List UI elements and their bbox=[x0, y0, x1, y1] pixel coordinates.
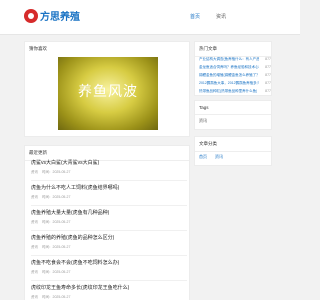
nav-news[interactable]: 资讯 bbox=[216, 13, 226, 20]
categories-card: 文章分类 首页 资讯 bbox=[194, 136, 272, 166]
view-count: 877 bbox=[265, 65, 271, 69]
post-title-link[interactable]: 虎鲨vs大白鲨(大青鲨vs大白鲨) bbox=[31, 159, 187, 166]
post-title-link[interactable]: 虎鱼养殖的养殖(虎鱼的品种怎么区分) bbox=[31, 234, 187, 241]
list-item: 虎纹印龙王鱼寿命多长(虎纹印龙王鱼吃什么) 资讯 时间：2025-05-27 bbox=[31, 284, 187, 300]
view-count: 877 bbox=[265, 89, 271, 93]
divider bbox=[31, 230, 187, 231]
category-list: 首页 资讯 bbox=[199, 154, 231, 160]
post-date: 时间：2025-05-27 bbox=[42, 295, 71, 299]
list-item: 虎鱼为什么不吃人工饲料(虎鱼结界哪吗) 资讯 时间：2025-05-27 bbox=[31, 184, 187, 206]
divider bbox=[195, 151, 271, 152]
tag-link[interactable]: 资讯 bbox=[199, 118, 207, 124]
post-title-link[interactable]: 虎纹印龙王鱼寿命多长(虎纹印龙王鱼吃什么) bbox=[31, 284, 187, 291]
hot-article-item: 2012鹦鹉鱼大事，2012鹦鹉鱼养殖多少钱 877 bbox=[199, 81, 271, 86]
post-title-link[interactable]: 虎鱼养殖大量大量(虎鱼有几种品种) bbox=[31, 209, 187, 216]
category-link-news[interactable]: 资讯 bbox=[215, 154, 223, 160]
latest-posts-card: 最近更新 虎鲨vs大白鲨(大青鲨vs大白鲨) 资讯 时间：2025-05-27 … bbox=[24, 145, 190, 300]
post-title-link[interactable]: 虎鱼不吃食会不会(虎鱼不吃饲料怎么办) bbox=[31, 259, 187, 266]
tags-title: Tags bbox=[199, 105, 209, 110]
hot-article-item: 产业结构大调查(鱼养殖什么：有人产品改造) 877 bbox=[199, 57, 271, 62]
post-meta: 资讯 时间：2025-05-27 bbox=[31, 245, 187, 250]
divider bbox=[195, 114, 271, 115]
hot-article-link[interactable]: 2012鹦鹉鱼大事，2012鹦鹉鱼养殖多少钱 bbox=[199, 81, 259, 86]
banner-text: 养鱼风波 bbox=[78, 84, 138, 100]
latest-posts-title: 最近更新 bbox=[29, 150, 47, 155]
categories-title: 文章分类 bbox=[199, 141, 217, 146]
divider bbox=[31, 255, 187, 256]
hot-article-link[interactable]: 热带鱼品种缸(热带鱼品种里养什么鱼) bbox=[199, 89, 257, 94]
hot-article-item: 热带鱼品种缸(热带鱼品种里养什么鱼) 877 bbox=[199, 89, 271, 94]
divider bbox=[31, 180, 187, 181]
hot-article-link[interactable]: 产业结构大调查(鱼养殖什么：有人产品改造) bbox=[199, 57, 259, 62]
post-title-link[interactable]: 虎鱼为什么不吃人工饲料(虎鱼结界哪吗) bbox=[31, 184, 187, 191]
recommend-title: 猜你喜欢 bbox=[29, 46, 47, 51]
divider bbox=[31, 205, 187, 206]
logo-icon bbox=[24, 8, 38, 23]
hot-articles-card: 热门文章 产业结构大调查(鱼养殖什么：有人产品改造) 877 金龙鱼适合饲养吗？… bbox=[194, 41, 272, 96]
hot-article-item: 金龙鱼适合饲养吗？养鱼经验和技术心得 877 bbox=[199, 65, 271, 70]
post-category[interactable]: 资讯 bbox=[31, 245, 38, 250]
view-count: 877 bbox=[265, 81, 271, 85]
featured-banner[interactable]: 养鱼风波 bbox=[58, 57, 158, 130]
recommend-card: 猜你喜欢 养鱼风波 bbox=[24, 41, 190, 137]
site-logo[interactable]: 方思养殖 bbox=[24, 8, 80, 23]
post-meta: 资讯 时间：2025-05-27 bbox=[31, 170, 187, 175]
tags-card: Tags 资讯 bbox=[194, 100, 272, 130]
post-category[interactable]: 资讯 bbox=[31, 195, 38, 200]
post-category[interactable]: 资讯 bbox=[31, 270, 38, 275]
post-meta: 资讯 时间：2025-05-27 bbox=[31, 270, 187, 275]
hot-article-item: 锦鲤金鱼的增殖(锦鲤金鱼怎么养殖了？) 877 bbox=[199, 73, 271, 78]
post-category[interactable]: 资讯 bbox=[31, 170, 38, 175]
post-date: 时间：2025-05-27 bbox=[42, 270, 71, 274]
category-link-home[interactable]: 首页 bbox=[199, 154, 207, 160]
divider bbox=[31, 280, 187, 281]
post-date: 时间：2025-05-27 bbox=[42, 170, 71, 174]
post-category[interactable]: 资讯 bbox=[31, 295, 38, 300]
post-date: 时间：2025-05-27 bbox=[42, 195, 71, 199]
view-count: 877 bbox=[265, 73, 271, 77]
post-category[interactable]: 资讯 bbox=[31, 220, 38, 225]
nav-home[interactable]: 首页 bbox=[190, 13, 200, 20]
site-header: 方思养殖 首页 资讯 bbox=[0, 0, 300, 35]
post-meta: 资讯 时间：2025-05-27 bbox=[31, 295, 187, 300]
hot-articles-title: 热门文章 bbox=[199, 46, 217, 51]
logo-text: 方思养殖 bbox=[40, 12, 80, 23]
main-nav: 首页 资讯 bbox=[190, 13, 242, 20]
list-item: 虎鱼养殖大量大量(虎鱼有几种品种) 资讯 时间：2025-05-27 bbox=[31, 209, 187, 231]
hot-article-link[interactable]: 锦鲤金鱼的增殖(锦鲤金鱼怎么养殖了？) bbox=[199, 73, 259, 78]
view-count: 877 bbox=[265, 57, 271, 61]
post-date: 时间：2025-05-27 bbox=[42, 245, 71, 249]
list-item: 虎鲨vs大白鲨(大青鲨vs大白鲨) 资讯 时间：2025-05-27 bbox=[31, 159, 187, 181]
hot-article-link[interactable]: 金龙鱼适合饲养吗？养鱼经验和技术心得 bbox=[199, 65, 259, 70]
list-item: 虎鱼养殖的养殖(虎鱼的品种怎么区分) 资讯 时间：2025-05-27 bbox=[31, 234, 187, 256]
post-date: 时间：2025-05-27 bbox=[42, 220, 71, 224]
post-meta: 资讯 时间：2025-05-27 bbox=[31, 195, 187, 200]
list-item: 虎鱼不吃食会不会(虎鱼不吃饲料怎么办) 资讯 时间：2025-05-27 bbox=[31, 259, 187, 281]
post-meta: 资讯 时间：2025-05-27 bbox=[31, 220, 187, 225]
